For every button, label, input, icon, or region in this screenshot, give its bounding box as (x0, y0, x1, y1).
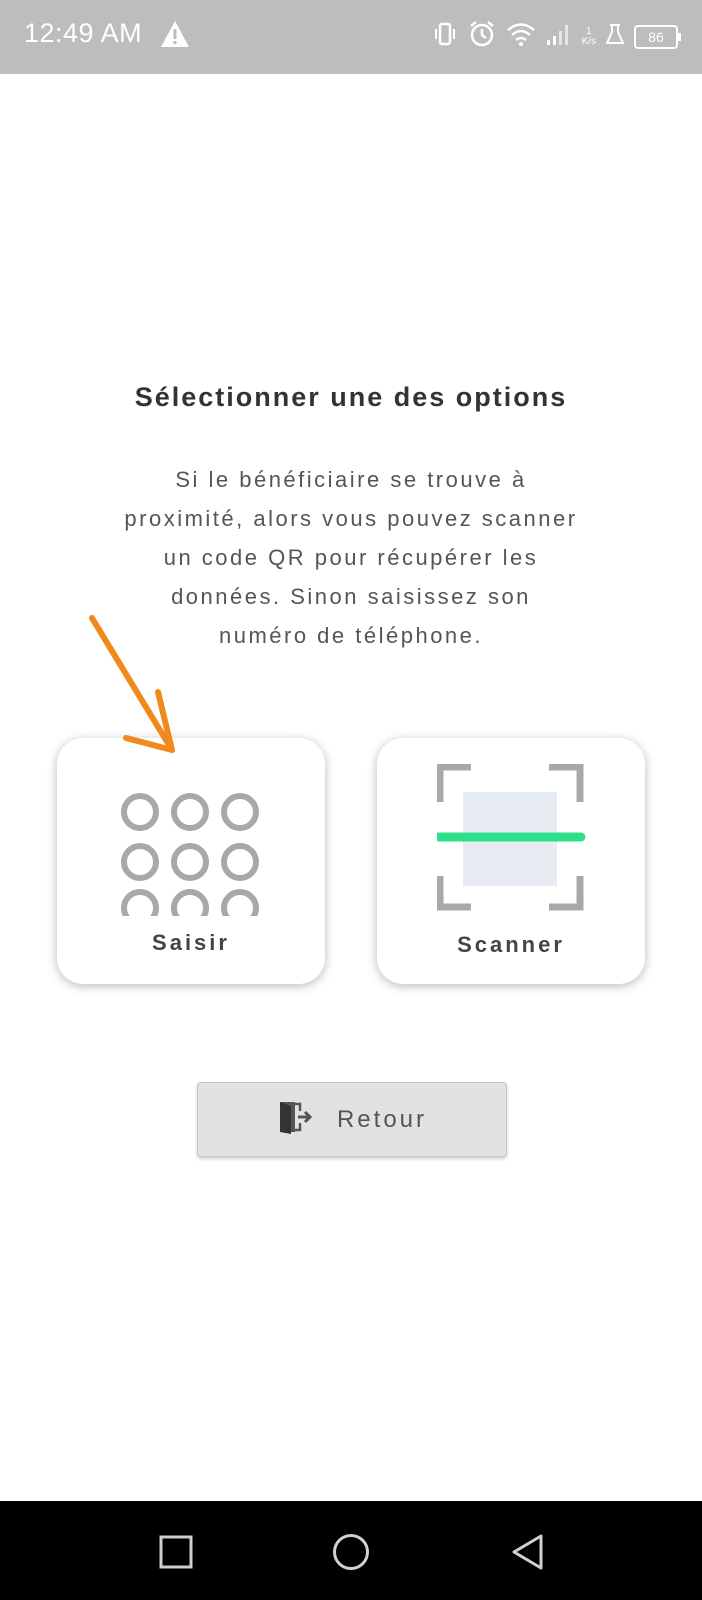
saisir-option-card[interactable]: Saisir (57, 738, 325, 984)
status-bar: 12:49 AM 1 K/s 86 (0, 0, 702, 74)
vibrate-icon (432, 21, 458, 52)
description-line: un code QR pour récupérer les (163, 545, 539, 570)
recent-apps-button[interactable] (159, 1535, 193, 1574)
flask-icon (605, 23, 625, 50)
back-nav-button[interactable] (510, 1533, 544, 1576)
annotation-arrow-icon (80, 610, 190, 765)
warning-icon (160, 20, 190, 53)
back-button-label: Retour (336, 1105, 428, 1133)
status-time: 12:49 AM (24, 18, 143, 48)
system-nav-bar (0, 1501, 702, 1600)
home-button[interactable] (332, 1533, 370, 1576)
network-speed-value: 1 (585, 25, 592, 37)
battery-icon: 86 (634, 24, 681, 49)
description-line: Si le bénéficiaire se trouve à (175, 467, 527, 492)
description-line: proximité, alors vous pouvez scanner (124, 506, 578, 531)
back-button[interactable]: Retour (197, 1082, 507, 1157)
page-title: Sélectionner une des options (134, 382, 568, 412)
exit-door-icon (277, 1099, 313, 1140)
network-speed-unit: K/s (581, 35, 596, 47)
alarm-icon (468, 20, 496, 53)
wifi-icon (506, 22, 536, 51)
keypad-icon (117, 766, 267, 927)
saisir-label: Saisir (152, 930, 230, 955)
scanner-option-card[interactable]: Scanner (377, 738, 645, 984)
scanner-label: Scanner (457, 932, 565, 957)
qr-scan-icon (434, 763, 587, 919)
signal-icon (546, 22, 572, 51)
network-speed: 1 K/s (581, 25, 596, 47)
status-icons: 1 K/s 86 (432, 20, 681, 53)
